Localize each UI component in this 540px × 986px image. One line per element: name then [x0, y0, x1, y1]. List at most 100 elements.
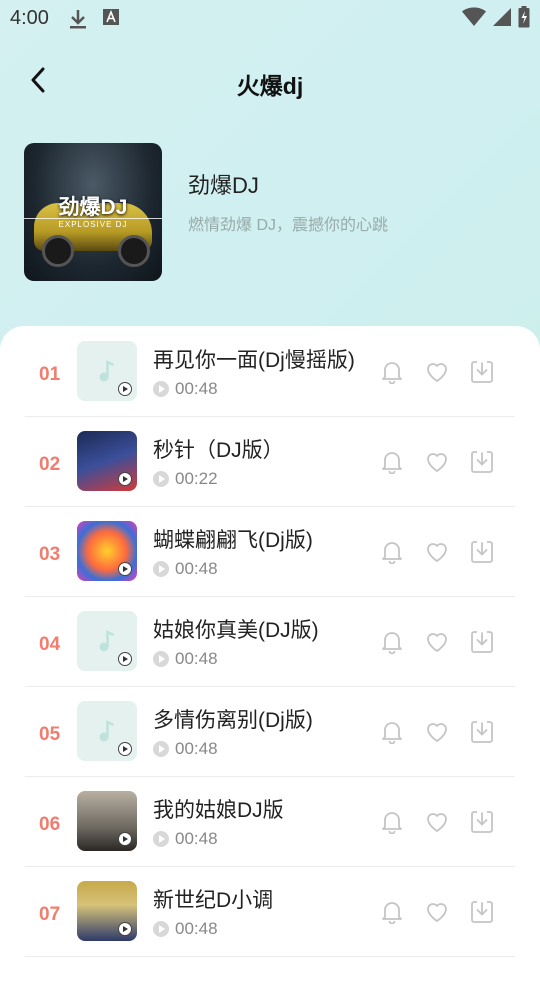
bell-icon	[382, 722, 402, 744]
song-title: 蝴蝶翩翩飞(Dj版)	[153, 529, 313, 552]
download-button[interactable]	[469, 899, 495, 925]
download-tray-icon	[471, 721, 493, 743]
play-count-icon	[153, 651, 169, 667]
ringtone-bell-button[interactable]	[379, 449, 405, 475]
play-count-icon	[153, 831, 169, 847]
play-count-icon	[153, 471, 169, 487]
song-meta: 00:48	[153, 739, 218, 759]
music-note-icon	[99, 359, 115, 382]
song-title: 秒针（DJ版）	[153, 439, 284, 462]
music-note-icon	[99, 629, 115, 652]
heart-icon	[427, 903, 447, 922]
bell-icon	[382, 632, 402, 654]
song-number: 03	[39, 544, 61, 565]
download-tray-icon	[471, 901, 493, 923]
song-number: 02	[39, 454, 61, 475]
play-icon	[118, 922, 132, 936]
battery-icon	[518, 6, 530, 33]
play-count-icon	[153, 921, 169, 937]
album-cover-subtitle: EXPLOSIVE DJ	[58, 220, 128, 229]
download-icon	[68, 8, 88, 35]
song-number: 05	[39, 724, 61, 745]
song-thumbnail[interactable]	[77, 521, 137, 581]
play-icon	[118, 742, 132, 756]
ringtone-bell-button[interactable]	[379, 809, 405, 835]
song-thumbnail[interactable]	[77, 881, 137, 941]
bell-icon	[382, 812, 402, 834]
wifi-icon	[462, 7, 486, 32]
song-meta: 00:48	[153, 919, 218, 939]
album-cover: 劲爆DJ EXPLOSIVE DJ	[24, 143, 162, 281]
ringtone-bell-button[interactable]	[379, 539, 405, 565]
heart-icon	[427, 453, 447, 472]
song-thumbnail[interactable]	[77, 611, 137, 671]
song-duration: 00:48	[175, 649, 218, 668]
download-tray-icon	[471, 631, 493, 653]
ringtone-bell-button[interactable]	[379, 719, 405, 745]
song-title: 再见你一面(Dj慢摇版)	[153, 349, 355, 372]
song-number: 01	[39, 364, 61, 385]
song-row[interactable]: 03 蝴蝶翩翩飞(Dj版) 00:48	[25, 506, 515, 597]
ringtone-bell-button[interactable]	[379, 899, 405, 925]
download-button[interactable]	[469, 449, 495, 475]
heart-icon	[427, 633, 447, 652]
play-icon	[118, 472, 132, 486]
song-row[interactable]: 07 新世纪D小调 00:48	[25, 866, 515, 957]
favorite-button[interactable]	[424, 809, 450, 835]
download-button[interactable]	[469, 539, 495, 565]
album-cover-title: 劲爆DJ	[58, 196, 128, 219]
playlist-name: 劲爆DJ	[188, 173, 259, 198]
signal-icon	[492, 7, 512, 32]
song-thumbnail[interactable]	[77, 341, 137, 401]
bell-icon	[382, 452, 402, 474]
play-icon	[118, 382, 132, 396]
song-duration: 00:48	[175, 559, 218, 578]
song-duration: 00:48	[175, 919, 218, 938]
ringtone-bell-button[interactable]	[379, 359, 405, 385]
song-number: 04	[39, 634, 61, 655]
song-meta: 00:22	[153, 469, 218, 489]
play-icon	[118, 652, 132, 666]
favorite-button[interactable]	[424, 719, 450, 745]
song-thumbnail[interactable]	[77, 791, 137, 851]
favorite-button[interactable]	[424, 539, 450, 565]
bell-icon	[382, 902, 402, 924]
song-row[interactable]: 02 秒针（DJ版） 00:22	[25, 416, 515, 507]
song-row[interactable]: 06 我的姑娘DJ版 00:48	[25, 776, 515, 867]
favorite-button[interactable]	[424, 629, 450, 655]
bell-icon	[382, 542, 402, 564]
music-note-icon	[99, 719, 115, 742]
play-count-icon	[153, 741, 169, 757]
download-button[interactable]	[469, 629, 495, 655]
song-list: 01 再见你一面(Dj慢摇版) 00:48 02 秒针（DJ版） 00:22 0…	[0, 326, 540, 986]
download-button[interactable]	[469, 719, 495, 745]
favorite-button[interactable]	[424, 899, 450, 925]
song-title: 新世纪D小调	[153, 889, 274, 912]
font-app-icon	[103, 8, 119, 31]
song-title: 姑娘你真美(DJ版)	[153, 619, 319, 642]
download-tray-icon	[471, 361, 493, 383]
play-count-icon	[153, 381, 169, 397]
song-row[interactable]: 04 姑娘你真美(DJ版) 00:48	[25, 596, 515, 687]
play-icon	[118, 562, 132, 576]
song-duration: 00:48	[175, 379, 218, 398]
song-thumbnail[interactable]	[77, 431, 137, 491]
song-row[interactable]: 01 再见你一面(Dj慢摇版) 00:48	[25, 326, 515, 417]
heart-icon	[427, 543, 447, 562]
song-duration: 00:48	[175, 739, 218, 758]
song-number: 07	[39, 904, 61, 925]
ringtone-bell-button[interactable]	[379, 629, 405, 655]
song-title: 我的姑娘DJ版	[153, 799, 284, 822]
heart-icon	[427, 813, 447, 832]
favorite-button[interactable]	[424, 359, 450, 385]
playlist-description: 燃情劲爆 DJ，震撼你的心跳	[188, 217, 389, 234]
favorite-button[interactable]	[424, 449, 450, 475]
song-row[interactable]: 05 多情伤离别(Dj版) 00:48	[25, 686, 515, 777]
download-button[interactable]	[469, 809, 495, 835]
play-icon	[118, 832, 132, 846]
download-button[interactable]	[469, 359, 495, 385]
song-duration: 00:48	[175, 829, 218, 848]
song-meta: 00:48	[153, 379, 218, 399]
song-number: 06	[39, 814, 61, 835]
song-thumbnail[interactable]	[77, 701, 137, 761]
